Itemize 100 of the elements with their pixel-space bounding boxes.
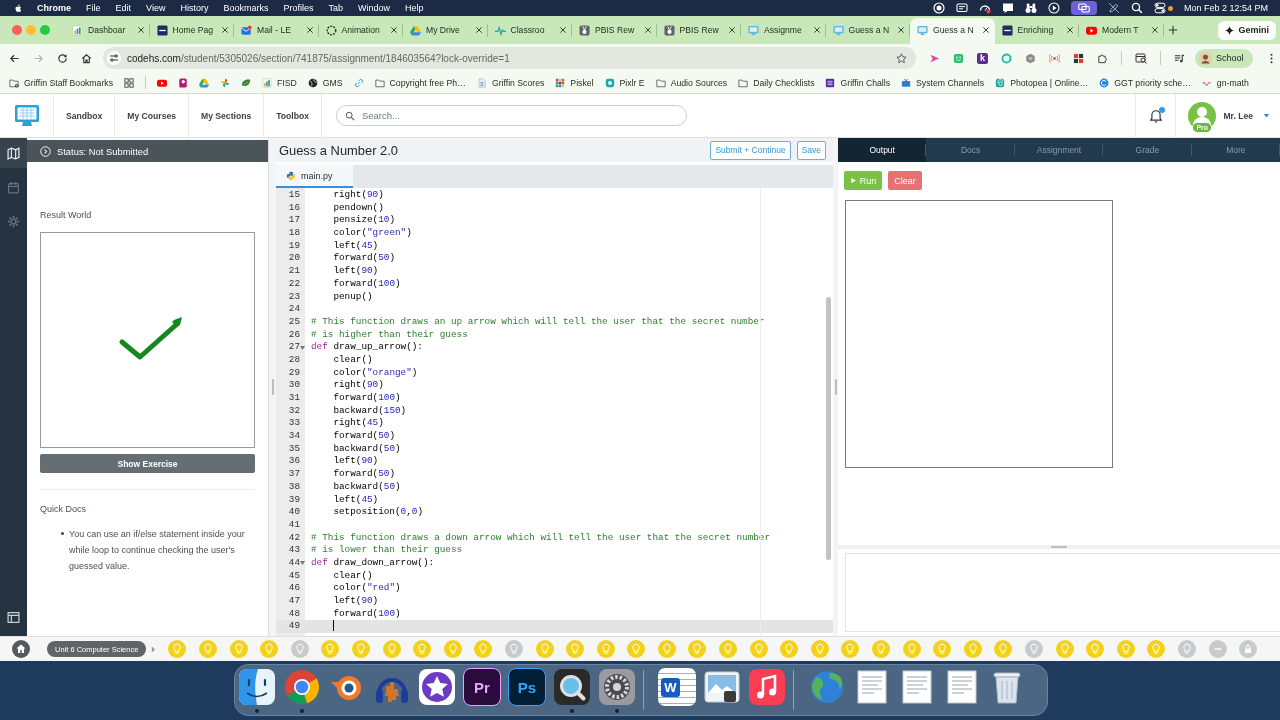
menu-item[interactable]: Edit [115,3,132,13]
arrow-icon[interactable] [929,52,940,64]
home-icon[interactable] [12,640,30,658]
bookmark[interactable]: Griffin Challs [825,77,891,88]
menu-item[interactable]: History [180,3,209,13]
menu-item[interactable]: File [86,3,101,13]
address-field[interactable]: codehs.com/student/5305026/section/741875/assignment/184603564?lock-override=1 [103,47,916,69]
screens-icon[interactable] [1070,1,1097,15]
play-button-icon[interactable] [157,77,167,88]
close-icon[interactable] [305,26,314,34]
code-editor[interactable] [276,188,833,636]
tune-icon[interactable] [107,51,121,65]
profile-button[interactable]: School [1195,48,1253,68]
resize-handle[interactable] [1051,546,1067,548]
star-icon[interactable] [896,52,907,64]
menu-item[interactable]: Bookmarks [223,3,269,13]
bookmark[interactable]: GMS [307,77,343,88]
bookmark[interactable]: Daily Checklists [738,77,815,88]
app-menu[interactable]: Chrome [37,3,71,13]
resize-handle[interactable] [834,379,837,395]
menu-item[interactable]: Help [405,3,424,13]
bell-icon[interactable] [1148,108,1163,123]
close-icon[interactable] [1150,26,1159,34]
message-icon[interactable] [1001,2,1014,14]
ring-icon[interactable] [1001,52,1012,64]
fold-arrow-icon[interactable] [300,561,305,566]
grid-icon[interactable] [1073,52,1084,64]
close-icon[interactable] [1066,26,1074,34]
close-icon[interactable] [474,26,483,34]
bookmark[interactable]: Audio Sources [655,77,728,88]
app-logo[interactable]: Pr [463,668,501,706]
close-icon[interactable] [897,26,905,34]
submit-continue-button[interactable]: Submit + Continue [710,140,791,160]
leaf-icon[interactable] [241,77,251,88]
forward-icon[interactable] [33,52,44,64]
media-list-icon[interactable] [1174,52,1185,64]
pinwheel-icon[interactable] [220,77,230,88]
bookmark[interactable]: Pixlr E [604,77,645,88]
app-logo[interactable]: W [658,668,696,706]
file-tab[interactable]: main.py [276,165,353,188]
bookmark[interactable]: FISD [262,77,297,88]
calendar-icon[interactable] [7,180,20,194]
bookmark[interactable]: Griffin Scores [476,77,545,88]
apple-icon[interactable] [14,2,23,14]
nav-link[interactable]: Toolbox [264,94,322,137]
close-icon[interactable] [390,26,398,34]
bookmark[interactable]: Piskel [555,77,594,88]
menu-item[interactable]: Window [357,3,390,13]
menu-item[interactable]: View [146,3,166,13]
close-icon[interactable] [559,26,567,34]
hexagon-icon[interactable] [1025,52,1036,64]
scrollbar-thumb[interactable] [826,297,831,560]
menu-item[interactable]: Tab [328,3,343,13]
globe-icon[interactable] [808,668,846,706]
close-icon[interactable] [728,26,736,34]
nav-link[interactable]: My Sections [189,94,265,137]
pen-slash-icon[interactable] [1107,2,1120,14]
resize-handle[interactable] [271,379,274,395]
record-icon[interactable] [932,2,945,14]
close-icon[interactable] [136,26,145,34]
close-icon[interactable] [981,26,990,34]
link-icon[interactable] [353,77,364,88]
bookmark[interactable]: GGT priority sche… [1099,77,1191,88]
back-icon[interactable] [9,52,20,64]
music-note-icon[interactable] [748,668,786,706]
layout-icon[interactable] [7,611,20,624]
menu-item[interactable]: Profiles [283,3,314,13]
binoculars-icon[interactable] [1024,2,1037,14]
browser-tab[interactable]: Guess a N [910,18,995,44]
close-window-icon[interactable] [12,25,22,35]
close-icon[interactable] [812,26,821,34]
bookmark[interactable]: Griffin Staff Bookmarks [9,77,113,88]
photo-icon[interactable] [703,668,741,706]
puzzle-icon[interactable] [1097,52,1108,64]
search-field[interactable]: Search... [335,105,687,126]
show-exercise-button[interactable]: Show Exercise [40,454,255,473]
bookmark[interactable]: Copyright free Ph… [374,77,466,88]
bookmark[interactable]: gn-math [1201,77,1249,88]
circle-logo-icon[interactable] [283,668,321,706]
search-icon[interactable] [1130,2,1143,14]
play-icon[interactable] [1047,2,1060,14]
bookmark[interactable]: Photopea | Online… [995,77,1089,88]
triangle-icon[interactable] [199,77,209,88]
reload-icon[interactable] [57,52,68,64]
face-icon[interactable] [238,668,276,706]
close-icon[interactable] [643,26,652,34]
caret-icon[interactable] [1263,112,1270,119]
plus-icon[interactable] [1167,25,1178,35]
nav-link[interactable]: My Courses [115,94,189,137]
monitor-icon[interactable] [13,102,40,129]
close-icon[interactable] [221,26,229,34]
save-button[interactable]: Save [796,140,826,160]
gear-icon[interactable] [598,668,636,706]
map-icon[interactable] [0,138,27,168]
gemini-button[interactable]: Gemini [1218,20,1276,40]
screen-icon[interactable] [955,2,968,14]
panel-tab[interactable]: Output [838,138,927,162]
user-name[interactable]: Mr. Lee [1223,110,1253,121]
bookmark[interactable]: System Channels [901,77,985,88]
toggles-icon[interactable] [1153,2,1166,14]
